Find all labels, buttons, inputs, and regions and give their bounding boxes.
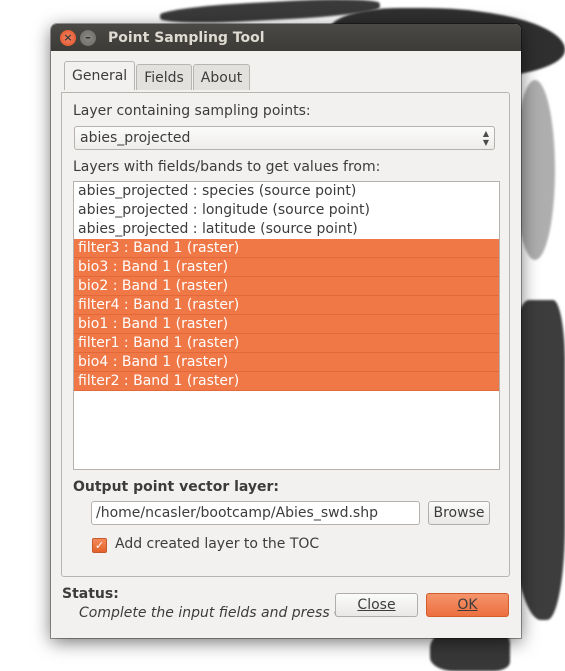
list-item-selected[interactable]: filter1 : Band 1 (raster) — [74, 334, 499, 353]
checkmark-icon: ✓ — [94, 539, 105, 552]
list-item-selected[interactable]: bio2 : Band 1 (raster) — [74, 277, 499, 296]
close-button-label: Close — [357, 597, 396, 613]
list-item[interactable]: abies_projected : longitude (source poin… — [74, 201, 499, 220]
list-item-selected[interactable]: filter4 : Band 1 (raster) — [74, 296, 499, 315]
add-to-toc-label: Add created layer to the TOC — [115, 536, 320, 552]
general-tab-panel: Layer containing sampling points: abies_… — [61, 92, 510, 577]
updown-arrows-icon: ▲ ▼ — [482, 129, 489, 147]
status-message: Complete the input fields and press OK — [79, 605, 355, 621]
close-window-icon[interactable]: × — [60, 29, 76, 46]
list-item-selected[interactable]: filter2 : Band 1 (raster) — [74, 372, 499, 391]
tab-about[interactable]: About — [192, 64, 251, 90]
ok-button[interactable]: OK — [426, 593, 509, 617]
status-label: Status: — [62, 586, 119, 602]
output-path-field[interactable]: /home/ncasler/bootcamp/Abies_swd.shp — [91, 501, 420, 525]
tab-fields[interactable]: Fields — [136, 64, 192, 90]
list-item-selected[interactable]: bio1 : Band 1 (raster) — [74, 315, 499, 334]
minimize-window-icon[interactable]: – — [80, 29, 96, 46]
fields-layers-label: Layers with fields/bands to get values f… — [73, 159, 381, 175]
list-item-selected[interactable]: bio3 : Band 1 (raster) — [74, 258, 499, 277]
output-path-value: /home/ncasler/bootcamp/Abies_swd.shp — [96, 505, 378, 521]
sampling-layer-select[interactable]: abies_projected ▲ ▼ — [74, 126, 495, 150]
list-item[interactable]: abies_projected : latitude (source point… — [74, 220, 499, 239]
list-item[interactable]: abies_projected : species (source point) — [74, 182, 499, 201]
desktop-background — [515, 80, 555, 260]
ok-button-label: OK — [457, 597, 478, 613]
list-item-selected[interactable]: filter3 : Band 1 (raster) — [74, 239, 499, 258]
browse-button[interactable]: Browse — [428, 501, 490, 525]
point-sampling-dialog: × – Point Sampling Tool General Fields A… — [51, 24, 521, 638]
output-layer-label: Output point vector layer: — [73, 479, 280, 495]
add-to-toc-checkbox[interactable]: ✓ — [92, 538, 107, 553]
list-item-selected[interactable]: bio4 : Band 1 (raster) — [74, 353, 499, 372]
window-title: Point Sampling Tool — [108, 29, 265, 46]
title-bar: × – Point Sampling Tool — [51, 24, 521, 51]
tab-general[interactable]: General — [64, 61, 136, 90]
sampling-layer-value: abies_projected — [80, 130, 191, 146]
fields-layers-list[interactable]: abies_projected : species (source point)… — [73, 181, 500, 470]
sampling-layer-label: Layer containing sampling points: — [73, 103, 311, 119]
close-button[interactable]: Close — [335, 593, 418, 617]
tab-bar: General Fields About — [64, 61, 251, 90]
